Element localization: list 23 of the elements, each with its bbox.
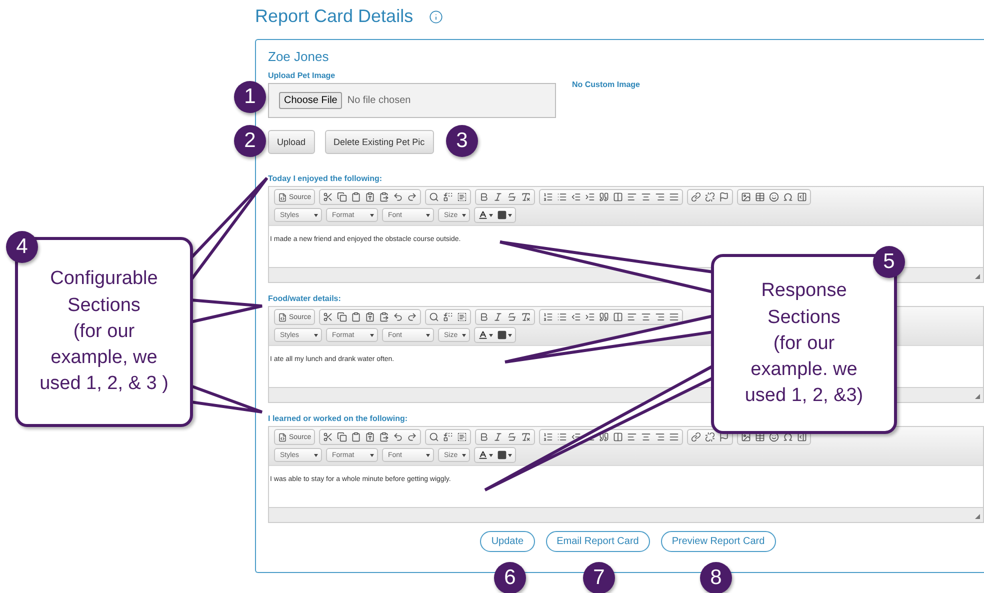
delete-picture-button[interactable]: Delete Existing Pet Pic bbox=[324, 130, 434, 154]
step-number: 4 bbox=[6, 231, 38, 263]
upload-label: Upload Pet Image bbox=[268, 71, 336, 80]
action-button[interactable]: Email Report Card bbox=[546, 531, 650, 552]
file-upload-field[interactable]: Choose File No file chosen bbox=[268, 83, 556, 118]
section-label: Food/water details: bbox=[268, 294, 341, 303]
action-button[interactable]: Update bbox=[480, 531, 535, 552]
pet-name: Zoe Jones bbox=[268, 49, 329, 64]
step-number: 3 bbox=[446, 125, 478, 157]
section-label: I learned or worked on the following: bbox=[268, 414, 408, 423]
callout-text: Configurable Sections (for our example, we used 1, 2, & 3 ) bbox=[40, 267, 168, 396]
upload-button[interactable]: Upload bbox=[268, 130, 315, 154]
step-number: 1 bbox=[234, 81, 266, 113]
image-status: No Custom Image bbox=[572, 80, 640, 89]
step-number: 7 bbox=[583, 562, 615, 593]
step-number: 6 bbox=[494, 562, 526, 593]
step-number: 2 bbox=[234, 125, 266, 157]
choose-file-button[interactable]: Choose File bbox=[279, 92, 342, 109]
file-status: No file chosen bbox=[347, 95, 411, 106]
section-label: Today I enjoyed the following: bbox=[268, 174, 382, 183]
step-number: 8 bbox=[700, 562, 732, 593]
action-button[interactable]: Preview Report Card bbox=[660, 531, 776, 552]
page-title: Report Card Details bbox=[255, 6, 414, 27]
